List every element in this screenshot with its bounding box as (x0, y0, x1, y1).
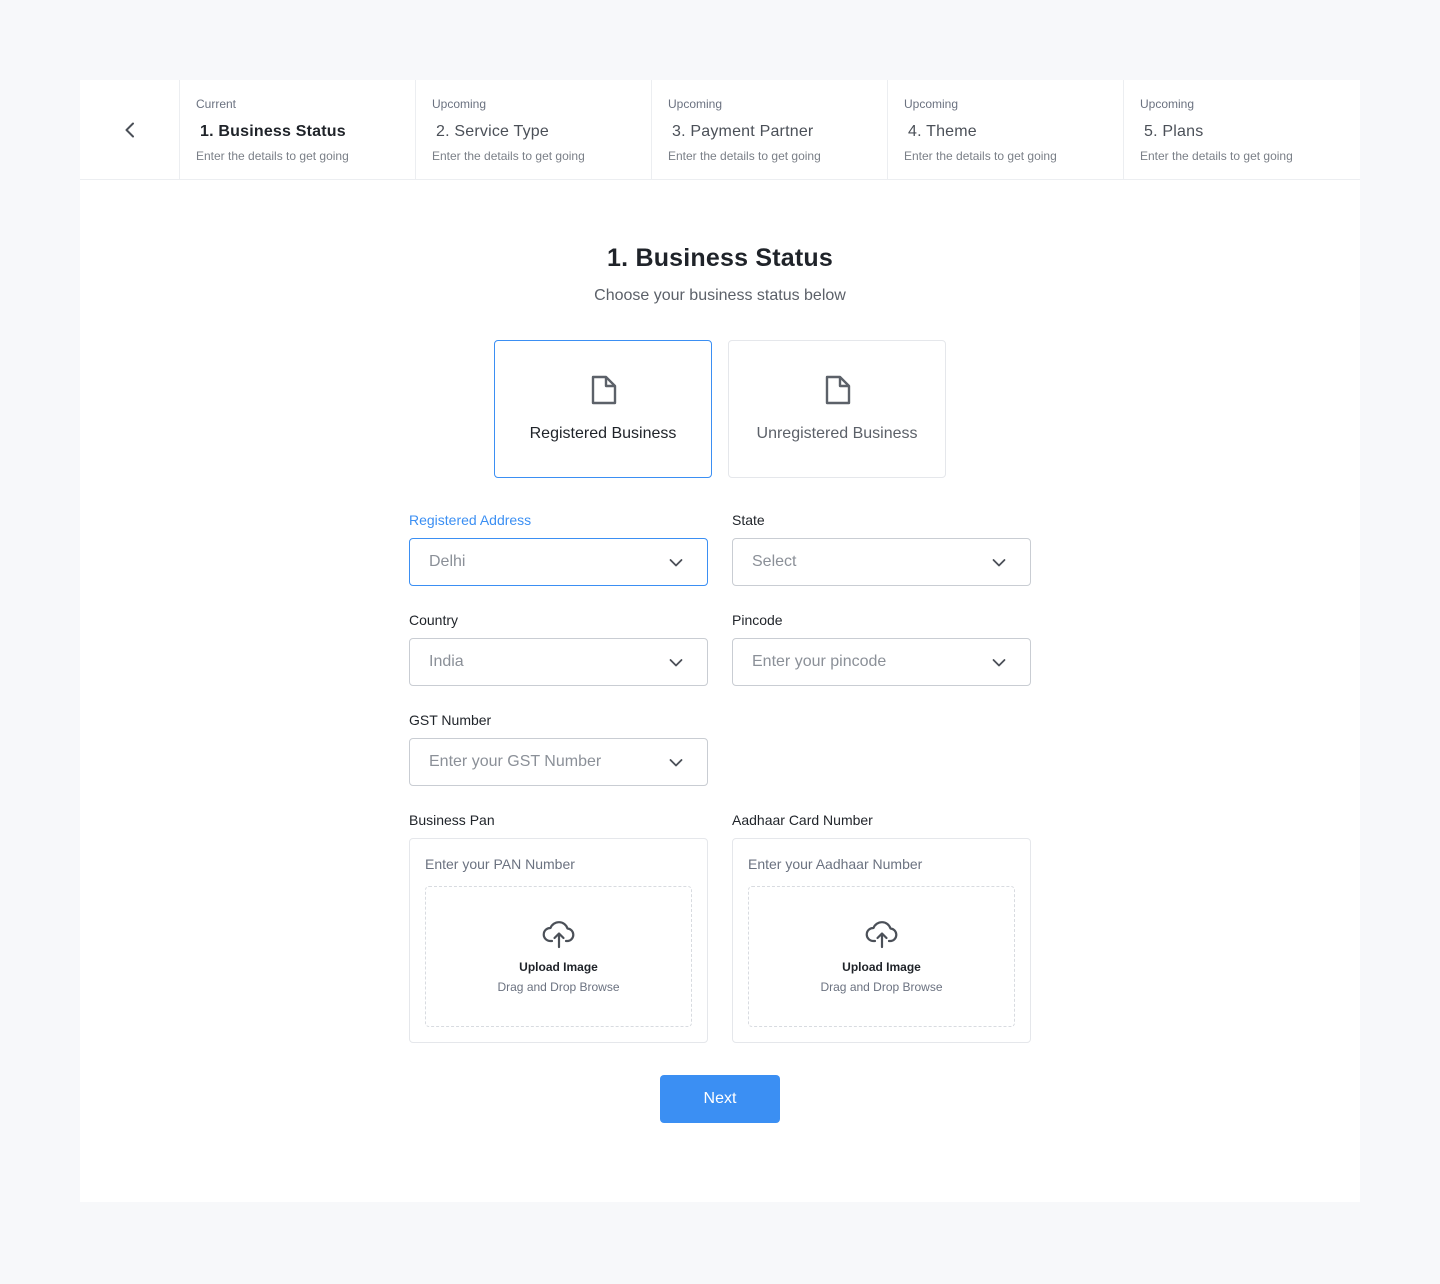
country-label: Country (409, 612, 459, 628)
business-pan-label: Business Pan (409, 812, 495, 828)
step-name: 2. Service Type (436, 123, 549, 140)
upload-title: Upload Image (842, 960, 921, 974)
step-status: Upcoming (432, 97, 487, 111)
aadhaar-field: Enter your Aadhaar Number Upload Image D… (732, 838, 1031, 1043)
pincode-label: Pincode (732, 612, 783, 628)
step-payment-partner[interactable]: Upcoming 3. Payment Partner Enter the de… (652, 80, 888, 180)
state-select[interactable]: Select (732, 538, 1031, 586)
step-theme[interactable]: Upcoming 4. Theme Enter the details to g… (888, 80, 1124, 180)
pan-number-input[interactable]: Enter your PAN Number (425, 856, 575, 872)
option-unregistered-business[interactable]: Unregistered Business (728, 340, 946, 478)
select-value: Enter your GST Number (429, 753, 602, 770)
select-value: Delhi (429, 553, 466, 570)
step-service-type[interactable]: Upcoming 2. Service Type Enter the detai… (416, 80, 652, 180)
select-value: Select (752, 553, 797, 570)
step-description: Enter the details to get going (904, 149, 1057, 163)
step-name: 4. Theme (908, 123, 977, 140)
chevron-down-icon (992, 559, 1006, 567)
step-description: Enter the details to get going (668, 149, 821, 163)
aadhaar-upload-dropzone[interactable]: Upload Image Drag and Drop Browse (748, 886, 1015, 1027)
page-title: 1. Business Status (607, 244, 833, 272)
upload-hint: Drag and Drop Browse (497, 980, 620, 994)
step-name: 3. Payment Partner (672, 123, 814, 140)
step-description: Enter the details to get going (432, 149, 585, 163)
registered-address-select[interactable]: Delhi (409, 538, 708, 586)
step-description: Enter the details to get going (196, 149, 349, 163)
pan-upload-dropzone[interactable]: Upload Image Drag and Drop Browse (425, 886, 692, 1027)
pincode-select[interactable]: Enter your pincode (732, 638, 1031, 686)
step-name: 1. Business Status (200, 123, 346, 140)
state-label: State (732, 512, 765, 528)
step-name: 5. Plans (1144, 123, 1204, 140)
chevron-left-icon (125, 122, 134, 138)
chevron-down-icon (992, 659, 1006, 667)
registered-address-label: Registered Address (409, 512, 532, 528)
option-label: Registered Business (529, 425, 677, 442)
step-status: Current (196, 97, 237, 111)
upload-hint: Drag and Drop Browse (820, 980, 943, 994)
aadhaar-number-input[interactable]: Enter your Aadhaar Number (748, 856, 922, 872)
document-icon (825, 375, 851, 405)
page-subtitle: Choose your business status below (594, 287, 846, 304)
step-status: Upcoming (1140, 97, 1195, 111)
aadhaar-label: Aadhaar Card Number (732, 812, 873, 828)
chevron-down-icon (669, 659, 683, 667)
select-value: Enter your pincode (752, 653, 887, 670)
select-value: India (429, 653, 464, 670)
cloud-upload-icon (542, 921, 575, 949)
option-registered-business[interactable]: Registered Business (494, 340, 712, 478)
chevron-down-icon (669, 759, 683, 767)
gst-number-label: GST Number (409, 712, 492, 728)
business-pan-field: Enter your PAN Number Upload Image Drag … (409, 838, 708, 1043)
stepper: Current 1. Business Status Enter the det… (80, 80, 1360, 180)
onboarding-card: Current 1. Business Status Enter the det… (80, 80, 1360, 1202)
cloud-upload-icon (865, 921, 898, 949)
step-plans[interactable]: Upcoming 5. Plans Enter the details to g… (1124, 80, 1360, 180)
step-business-status[interactable]: Current 1. Business Status Enter the det… (180, 80, 416, 180)
next-button[interactable]: Next (660, 1075, 780, 1123)
step-status: Upcoming (668, 97, 723, 111)
gst-number-select[interactable]: Enter your GST Number (409, 738, 708, 786)
upload-title: Upload Image (519, 960, 598, 974)
step-status: Upcoming (904, 97, 959, 111)
chevron-down-icon (669, 559, 683, 567)
document-icon (591, 375, 617, 405)
back-button[interactable] (80, 80, 180, 180)
step-description: Enter the details to get going (1140, 149, 1293, 163)
option-label: Unregistered Business (756, 425, 918, 442)
country-select[interactable]: India (409, 638, 708, 686)
